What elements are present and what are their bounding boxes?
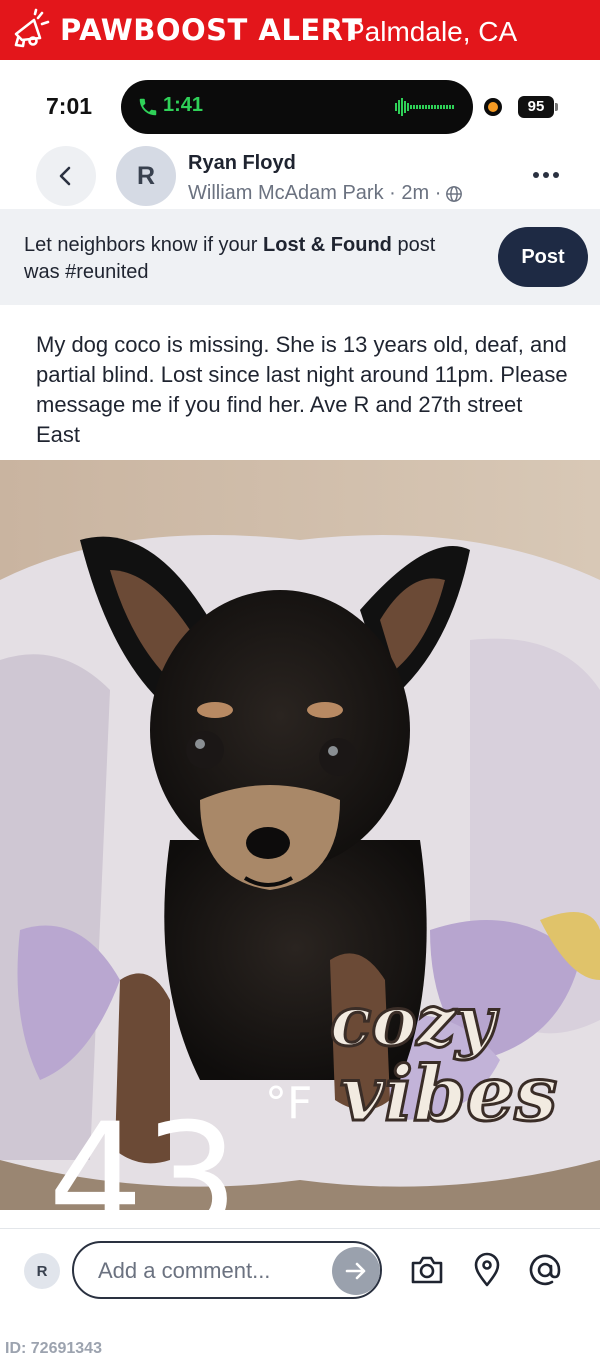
listing-id: ID: 72691343 — [5, 1340, 102, 1357]
dog-photo-image: cozy vibes 43 °F — [0, 460, 600, 1210]
chevron-left-icon — [59, 166, 71, 186]
arrow-right-icon — [345, 1262, 366, 1280]
phone-icon — [139, 98, 157, 116]
post-meta: William McAdam Park · 2m · — [188, 182, 463, 205]
temperature-overlay: 43 — [48, 1092, 239, 1210]
author-name[interactable]: Ryan Floyd — [188, 152, 296, 175]
alert-title: PAWBOOST ALERT — [60, 13, 363, 47]
reunited-prefix: Let neighbors know if your — [24, 234, 264, 256]
comment-field[interactable] — [72, 1241, 382, 1299]
audio-waveform-icon — [395, 98, 454, 116]
battery-level: 95 — [518, 96, 554, 118]
call-timer: 1:41 — [163, 94, 204, 116]
send-comment-button[interactable] — [332, 1247, 380, 1295]
meta-separator: · — [383, 182, 402, 204]
battery-nub — [555, 103, 558, 111]
post-button[interactable]: Post — [498, 227, 588, 287]
globe-icon — [446, 185, 463, 202]
mic-indicator-icon — [484, 98, 502, 116]
more-options-icon[interactable] — [526, 160, 566, 190]
back-button[interactable] — [36, 146, 96, 206]
comment-divider — [0, 1228, 600, 1229]
alert-city: Palmdale, CA — [346, 16, 518, 47]
post-photo[interactable]: cozy vibes 43 °F — [0, 460, 600, 1210]
location-pin-icon[interactable] — [470, 1252, 504, 1288]
camera-icon[interactable] — [410, 1252, 444, 1288]
post-body-text: My dog coco is missing. She is 13 years … — [36, 332, 568, 447]
meta-separator: · — [429, 182, 442, 204]
vibes-sticker-text: vibes — [340, 1049, 557, 1138]
comment-input[interactable] — [96, 1255, 320, 1287]
active-call-pill[interactable]: 1:41 — [121, 80, 473, 134]
reunited-banner: Let neighbors know if your Lost & Found … — [0, 209, 600, 305]
author-avatar[interactable]: R — [116, 146, 176, 206]
comment-avatar: R — [24, 1253, 60, 1289]
mention-icon[interactable] — [528, 1252, 562, 1288]
temperature-unit: °F — [265, 1078, 312, 1129]
reunited-message: Let neighbors know if your Lost & Found … — [24, 232, 474, 286]
reunited-bold: Lost & Found — [263, 234, 392, 256]
alert-banner: PAWBOOST ALERT Palmdale, CA — [0, 0, 600, 60]
post-location[interactable]: William McAdam Park — [188, 182, 384, 205]
status-time: 7:01 — [46, 93, 93, 119]
post-age: 2m — [401, 182, 430, 204]
megaphone-icon — [14, 8, 50, 48]
